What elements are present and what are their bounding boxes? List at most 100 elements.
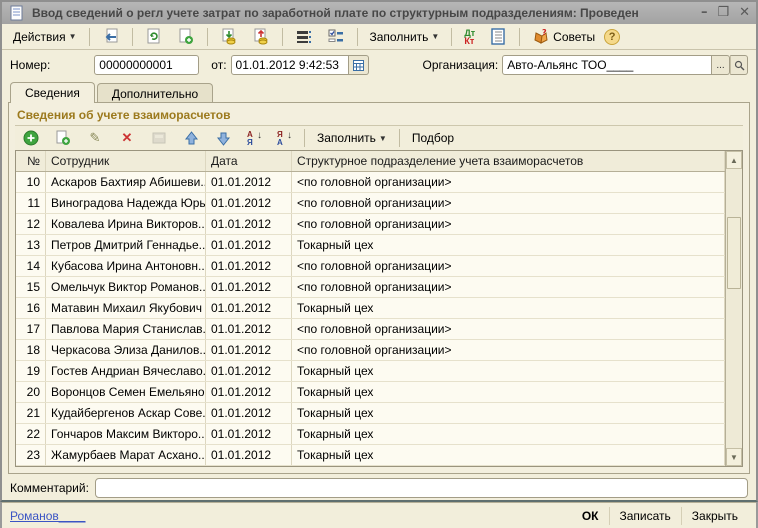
scrollbar-track[interactable] — [726, 169, 742, 448]
table-row[interactable]: 17Павлова Мария Станислав...01.01.2012<п… — [16, 319, 725, 340]
maximize-icon[interactable]: ❒ — [717, 6, 729, 20]
minimize-icon[interactable]: – — [701, 6, 708, 20]
calendar-icon[interactable] — [349, 55, 369, 75]
table-row[interactable]: 10Аскаров Бахтияр Абишеви...01.01.2012<п… — [16, 172, 725, 193]
column-header-employee[interactable]: Сотрудник — [46, 151, 206, 171]
scrollbar-thumb[interactable] — [727, 217, 741, 289]
cell-date: 01.01.2012 — [206, 361, 292, 381]
delete-row-button[interactable]: ✕ — [113, 126, 141, 150]
actions-menu-button[interactable]: Действия ▼ — [8, 27, 82, 47]
cell-employee: Виноградова Надежда Юрь... — [46, 193, 206, 213]
table-row[interactable]: 19Гостев Андриан Вячеславо...01.01.2012Т… — [16, 361, 725, 382]
row-structure-button[interactable] — [290, 25, 318, 49]
fill-table-button[interactable]: Заполнить ▼ — [312, 128, 392, 148]
sort-ascending-button[interactable]: А Я ↓ — [241, 127, 267, 149]
cell-employee: Павлова Мария Станислав... — [46, 319, 206, 339]
cell-num: 12 — [16, 214, 46, 234]
table-row[interactable]: 12Ковалева Ирина Викторов...01.01.2012<п… — [16, 214, 725, 235]
cell-num: 19 — [16, 361, 46, 381]
copy-document-button[interactable] — [172, 25, 200, 49]
cell-num: 13 — [16, 235, 46, 255]
close-icon[interactable]: ✕ — [739, 6, 750, 20]
copy-row-button[interactable] — [49, 126, 77, 150]
move-down-button[interactable] — [209, 126, 237, 150]
move-up-button[interactable] — [177, 126, 205, 150]
cell-date: 01.01.2012 — [206, 172, 292, 192]
document-header-fields: Номер: от: Организация: ... — [2, 50, 756, 80]
table-row[interactable]: 14Кубасова Ирина Антоновн...01.01.2012<п… — [16, 256, 725, 277]
add-row-button[interactable] — [17, 126, 45, 150]
column-header-division[interactable]: Структурное подразделение учета взаимора… — [292, 151, 725, 171]
edit-row-button[interactable]: ✎ — [81, 126, 109, 150]
column-header-num[interactable]: № — [16, 151, 46, 171]
table-row[interactable]: 11Виноградова Надежда Юрь...01.01.2012<п… — [16, 193, 725, 214]
cell-date: 01.01.2012 — [206, 256, 292, 276]
cell-num: 17 — [16, 319, 46, 339]
close-button[interactable]: Закрыть — [681, 507, 748, 525]
refresh-document-button[interactable] — [140, 25, 168, 49]
cell-date: 01.01.2012 — [206, 445, 292, 465]
toolbar-separator — [519, 28, 520, 46]
pick-button[interactable]: Подбор — [407, 128, 459, 148]
responsible-user-link[interactable]: Романов____ — [10, 509, 85, 523]
cell-num: 23 — [16, 445, 46, 465]
document-journal-button[interactable] — [484, 25, 512, 49]
copy-plus-icon — [177, 28, 195, 46]
toolbar-separator — [282, 28, 283, 46]
sort-descending-button[interactable]: Я А ↓ — [271, 127, 297, 149]
table-row[interactable]: 18Черкасова Элиза Данилов...01.01.2012<п… — [16, 340, 725, 361]
cell-date: 01.01.2012 — [206, 214, 292, 234]
toolbar-separator — [207, 28, 208, 46]
table-row[interactable]: 21Кудайбергенов Аскар Сове...01.01.2012Т… — [16, 403, 725, 424]
date-input[interactable] — [231, 55, 349, 75]
cell-date: 01.01.2012 — [206, 235, 292, 255]
table-row[interactable]: 22Гончаров Максим Викторо...01.01.2012То… — [16, 424, 725, 445]
ok-button[interactable]: ОК — [572, 507, 609, 525]
fill-menu-button[interactable]: Заполнить ▼ — [365, 27, 445, 47]
tab-strip: Сведения Дополнительно — [2, 80, 756, 102]
toolbar-separator — [132, 28, 133, 46]
cell-date: 01.01.2012 — [206, 277, 292, 297]
go-to-list-button[interactable] — [97, 25, 125, 49]
scroll-up-icon[interactable]: ▲ — [726, 151, 742, 169]
table-row[interactable]: 16Матавин Михаил Якубович ...01.01.2012Т… — [16, 298, 725, 319]
number-input[interactable] — [94, 55, 199, 75]
tab-dopolnitelno[interactable]: Дополнительно — [97, 83, 213, 103]
cell-date: 01.01.2012 — [206, 382, 292, 402]
cell-date: 01.01.2012 — [206, 424, 292, 444]
cell-date: 01.01.2012 — [206, 193, 292, 213]
ellipsis-button[interactable]: ... — [712, 55, 730, 75]
table-row[interactable]: 23Жамурбаев Марат Асхано...01.01.2012Ток… — [16, 445, 725, 466]
actions-menu-label: Действия — [13, 30, 66, 44]
employees-table: № Сотрудник Дата Структурное подразделен… — [15, 150, 743, 467]
toolbar-separator — [451, 28, 452, 46]
organization-input[interactable] — [502, 55, 712, 75]
table-row[interactable]: 20Воронцов Семен Емельяно...01.01.2012То… — [16, 382, 725, 403]
save-button[interactable]: Записать — [609, 507, 681, 525]
show-postings-button[interactable]: ДтКт — [459, 26, 480, 48]
refresh-icon — [145, 28, 163, 46]
comment-input[interactable] — [95, 478, 748, 498]
vertical-scrollbar[interactable]: ▲ ▼ — [725, 151, 742, 466]
cell-employee: Гончаров Максим Викторо... — [46, 424, 206, 444]
chevron-down-icon: ▼ — [431, 32, 439, 41]
scroll-down-icon[interactable]: ▼ — [726, 448, 742, 466]
list-settings-button[interactable] — [322, 25, 350, 49]
cell-division: <по головной организации> — [292, 172, 725, 192]
finish-edit-button[interactable] — [145, 126, 173, 150]
cell-employee: Петров Дмитрий Геннадье... — [46, 235, 206, 255]
cell-division: <по головной организации> — [292, 340, 725, 360]
tab-svedeniya[interactable]: Сведения — [10, 82, 95, 103]
help-icon[interactable]: ? — [604, 29, 620, 45]
advice-button[interactable]: ? Советы — [527, 25, 600, 49]
table-row[interactable]: 13Петров Дмитрий Геннадье...01.01.2012То… — [16, 235, 725, 256]
organization-field-group: ... — [502, 55, 748, 75]
date-field-group — [231, 55, 369, 75]
post-document-button[interactable] — [215, 25, 243, 49]
cell-date: 01.01.2012 — [206, 298, 292, 318]
magnifier-icon[interactable] — [730, 55, 748, 75]
column-header-date[interactable]: Дата — [206, 151, 292, 171]
delete-icon: ✕ — [118, 129, 136, 147]
unpost-document-button[interactable] — [247, 25, 275, 49]
table-row[interactable]: 15Омельчук Виктор Романов...01.01.2012<п… — [16, 277, 725, 298]
